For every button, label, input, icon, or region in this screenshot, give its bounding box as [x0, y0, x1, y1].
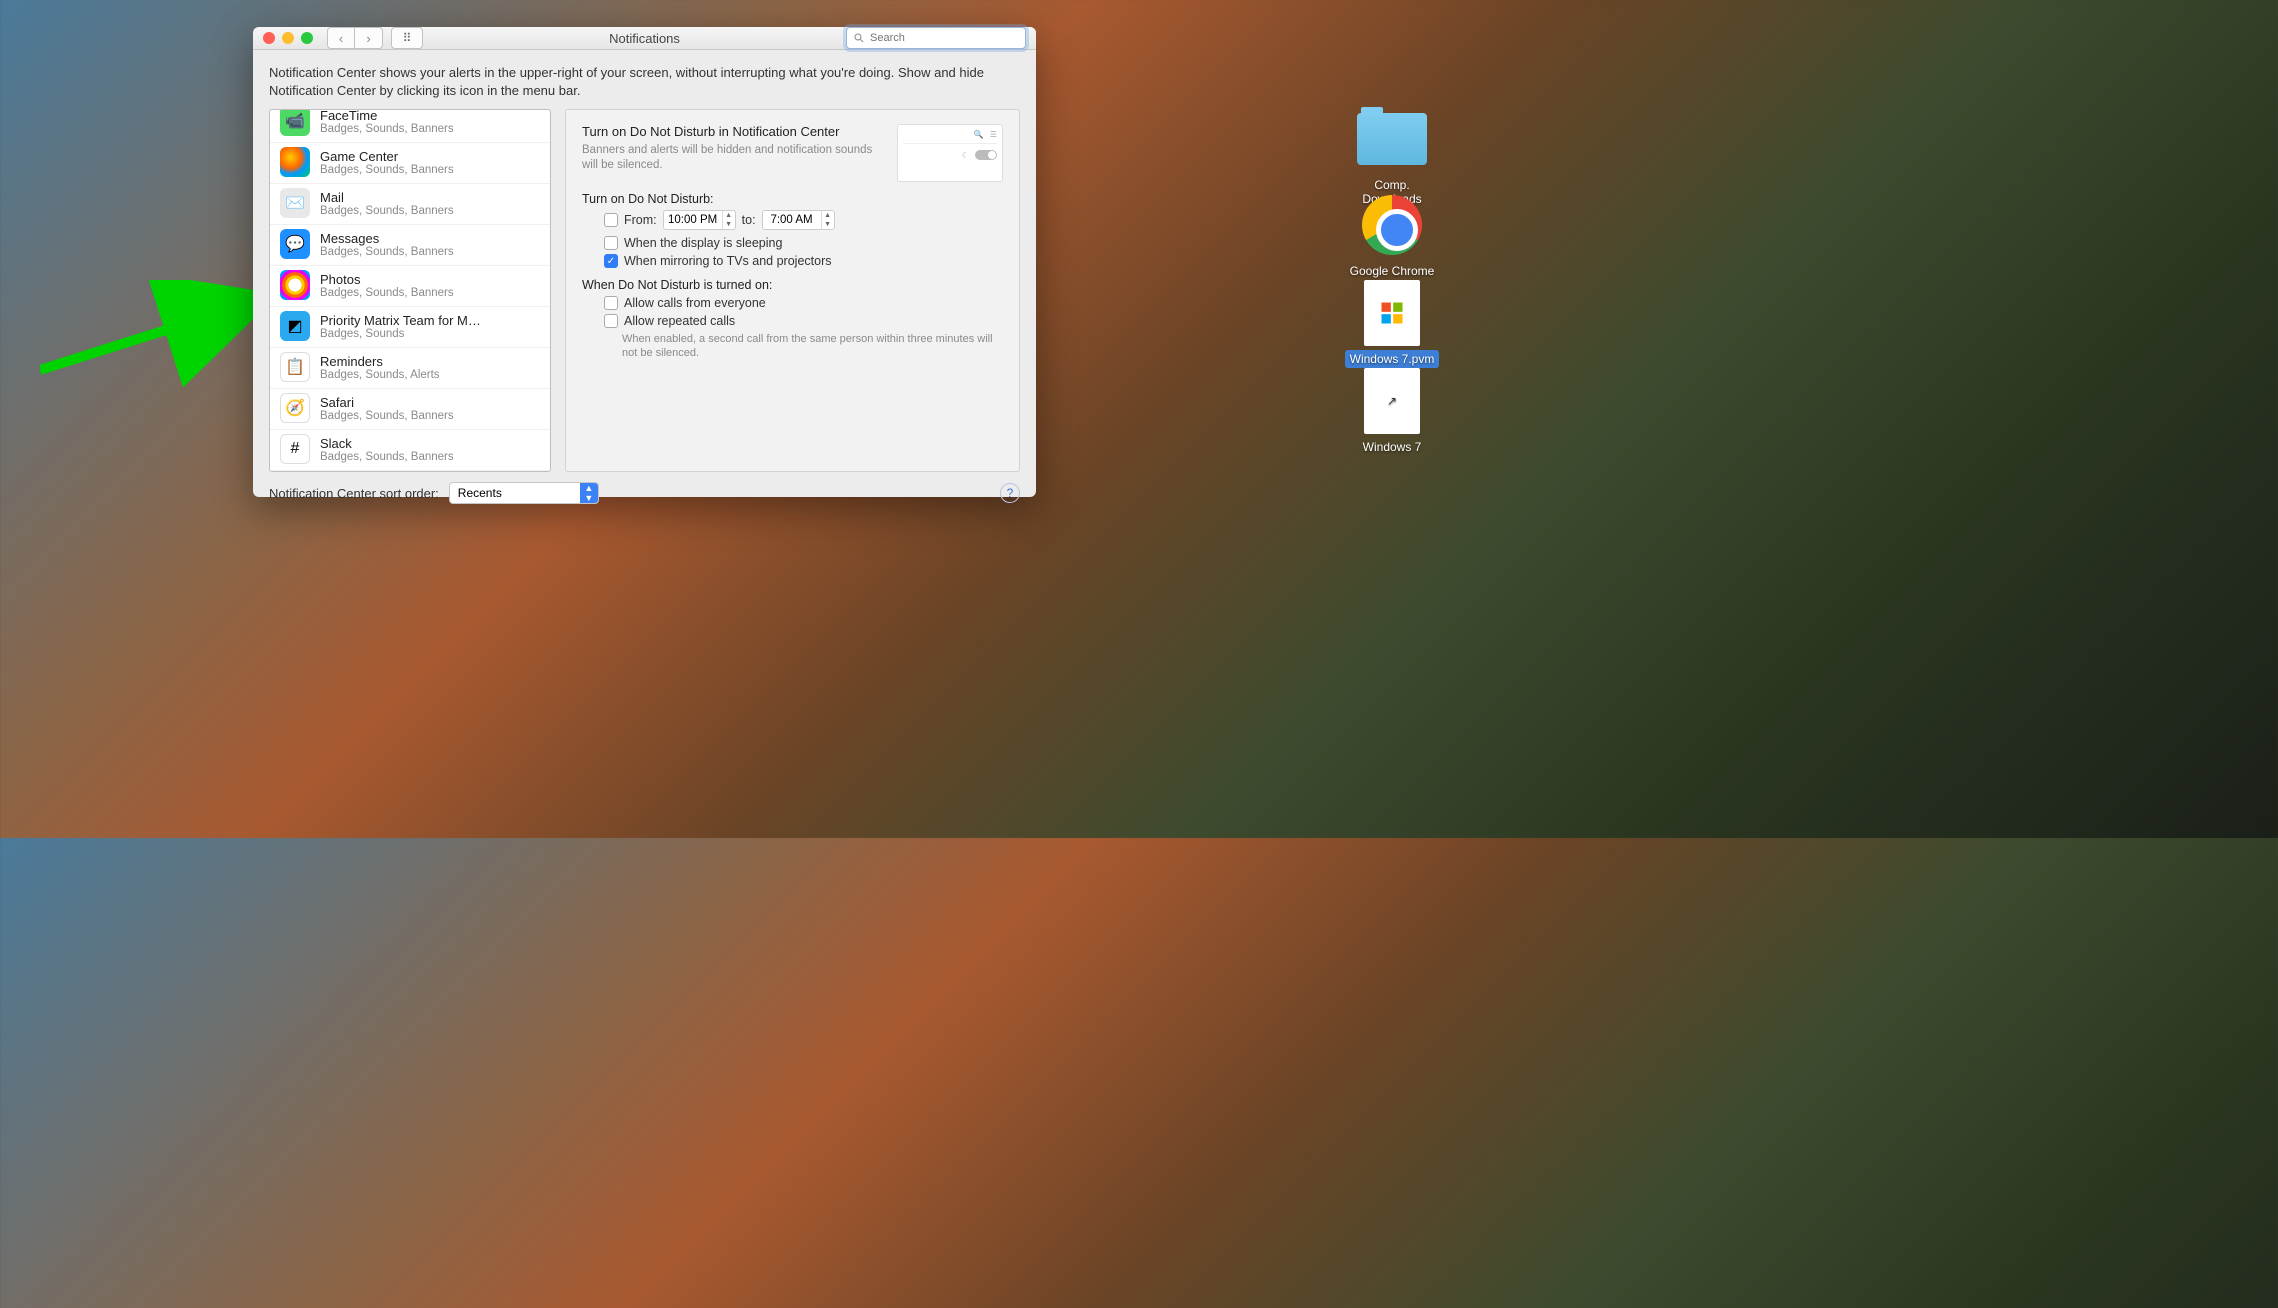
- desktop-win7[interactable]: ↗ Windows 7: [1342, 370, 1442, 456]
- messages-icon: 💬: [280, 229, 310, 259]
- app-item-gamecenter[interactable]: Game CenterBadges, Sounds, Banners: [270, 143, 550, 184]
- window-title: Notifications: [609, 31, 680, 46]
- schedule-checkbox[interactable]: [604, 213, 618, 227]
- repeat-label: Allow repeated calls: [624, 314, 735, 328]
- app-item-messages[interactable]: 💬MessagesBadges, Sounds, Banners: [270, 225, 550, 266]
- facetime-icon: 📹: [280, 109, 310, 136]
- slack-icon: #: [280, 434, 310, 464]
- desktop-pvm[interactable]: Windows 7.pvm: [1342, 282, 1442, 368]
- toggle-icon: [975, 150, 997, 160]
- close-button[interactable]: [263, 32, 275, 44]
- app-item-slack[interactable]: #SlackBadges, Sounds, Banners: [270, 430, 550, 471]
- prioritymatrix-icon: ◩: [280, 311, 310, 341]
- from-label: From:: [624, 213, 657, 227]
- forward-button[interactable]: ›: [355, 27, 383, 49]
- app-item-safari[interactable]: 🧭SafariBadges, Sounds, Banners: [270, 389, 550, 430]
- search-icon: [853, 32, 865, 44]
- list-icon: ☰: [990, 130, 997, 139]
- app-list[interactable]: 📹FaceTimeBadges, Sounds, Banners Game Ce…: [269, 109, 551, 472]
- search-input[interactable]: [870, 32, 1019, 44]
- app-item-photos[interactable]: PhotosBadges, Sounds, Banners: [270, 266, 550, 307]
- desktop-win7-label: Windows 7: [1358, 438, 1427, 456]
- calls-label: Allow calls from everyone: [624, 296, 766, 310]
- desktop-chrome[interactable]: Google Chrome: [1342, 194, 1442, 280]
- stepper[interactable]: ▲▼: [722, 211, 735, 229]
- zoom-button[interactable]: [301, 32, 313, 44]
- gamecenter-icon: [280, 147, 310, 177]
- back-button[interactable]: ‹: [327, 27, 355, 49]
- photos-icon: [280, 270, 310, 300]
- safari-icon: 🧭: [280, 393, 310, 423]
- preferences-window: ‹ › ⠿ Notifications Notification Center …: [253, 27, 1036, 497]
- mirror-label: When mirroring to TVs and projectors: [624, 254, 832, 268]
- sleep-checkbox[interactable]: [604, 236, 618, 250]
- intro-text: Notification Center shows your alerts in…: [269, 64, 1020, 99]
- app-item-mail[interactable]: ✉️MailBadges, Sounds, Banners: [270, 184, 550, 225]
- traffic-lights: [263, 32, 313, 44]
- stepper[interactable]: ▲▼: [821, 211, 834, 229]
- app-item-reminders[interactable]: 📋RemindersBadges, Sounds, Alerts: [270, 348, 550, 389]
- dnd-title: Turn on Do Not Disturb in Notification C…: [582, 124, 885, 139]
- search-field[interactable]: [846, 27, 1026, 49]
- pvm-file-icon: [1364, 280, 1420, 346]
- dnd-thumbnail: 🔍 ☰ ☾: [897, 124, 1003, 182]
- calls-checkbox[interactable]: [604, 296, 618, 310]
- desktop-pvm-label: Windows 7.pvm: [1345, 350, 1440, 368]
- to-time-field[interactable]: ▲▼: [762, 210, 835, 230]
- sort-order-select[interactable]: Recents ▲▼: [449, 482, 599, 504]
- repeat-checkbox[interactable]: [604, 314, 618, 328]
- chrome-icon: [1362, 195, 1422, 255]
- chevron-updown-icon: ▲▼: [580, 483, 598, 503]
- search-icon: 🔍: [974, 130, 984, 139]
- from-time-field[interactable]: ▲▼: [663, 210, 736, 230]
- annotation-arrow: [40, 280, 280, 400]
- app-item-prioritymatrix[interactable]: ◩Priority Matrix Team for M…Badges, Soun…: [270, 307, 550, 348]
- to-label: to:: [742, 213, 756, 227]
- sleep-label: When the display is sleeping: [624, 236, 782, 250]
- help-button[interactable]: ?: [1000, 483, 1020, 503]
- sort-order-label: Notification Center sort order:: [269, 486, 439, 501]
- minimize-button[interactable]: [282, 32, 294, 44]
- moon-icon: ☾: [962, 151, 969, 160]
- mirror-checkbox[interactable]: ✓: [604, 254, 618, 268]
- repeat-hint: When enabled, a second call from the sam…: [622, 332, 1003, 361]
- desktop-chrome-label: Google Chrome: [1345, 262, 1440, 280]
- app-item-facetime[interactable]: 📹FaceTimeBadges, Sounds, Banners: [270, 109, 550, 143]
- desktop-folder[interactable]: Comp. Downloads: [1342, 108, 1442, 208]
- show-all-button[interactable]: ⠿: [391, 27, 423, 49]
- dnd-panel: Turn on Do Not Disturb in Notification C…: [565, 109, 1020, 472]
- file-icon: ↗: [1364, 368, 1420, 434]
- dnd-section1: Turn on Do Not Disturb:: [582, 192, 1003, 206]
- mail-icon: ✉️: [280, 188, 310, 218]
- dnd-section2: When Do Not Disturb is turned on:: [582, 278, 1003, 292]
- reminders-icon: 📋: [280, 352, 310, 382]
- dnd-description: Banners and alerts will be hidden and no…: [582, 143, 885, 173]
- titlebar: ‹ › ⠿ Notifications: [253, 27, 1036, 50]
- folder-icon: [1357, 113, 1427, 165]
